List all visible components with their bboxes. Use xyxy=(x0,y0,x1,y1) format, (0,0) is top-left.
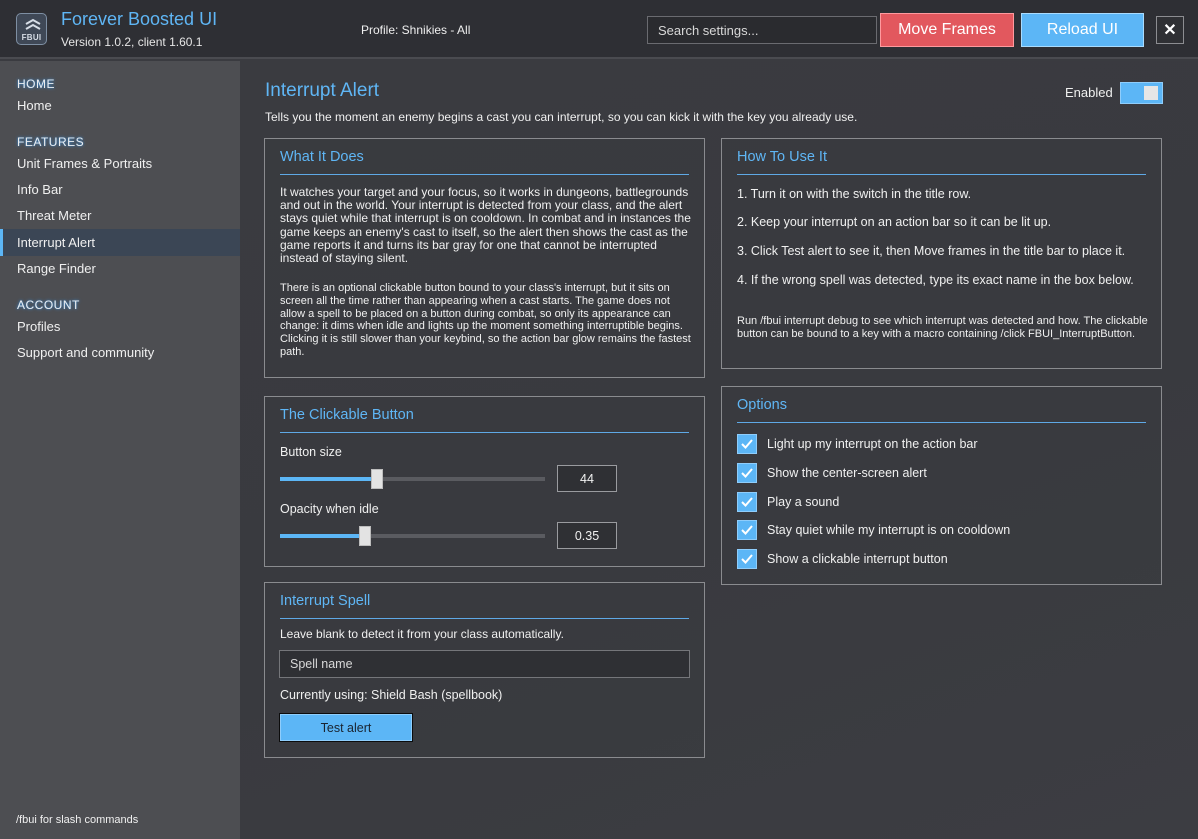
button-size-value[interactable] xyxy=(557,465,617,492)
opacity-label: Opacity when idle xyxy=(280,502,379,516)
panel-divider xyxy=(280,174,689,175)
sidebar-item-info-bar[interactable]: Info Bar xyxy=(0,176,240,203)
button-size-slider[interactable] xyxy=(280,469,545,489)
sidebar-item-label: Threat Meter xyxy=(17,208,92,223)
option-label: Show the center-screen alert xyxy=(767,466,927,480)
what-it-does-paragraph-1: It watches your target and your focus, s… xyxy=(280,185,691,266)
checkmark-icon xyxy=(741,468,753,478)
option-quiet-on-cooldown[interactable]: Stay quiet while my interrupt is on cool… xyxy=(737,519,1010,541)
sidebar: HOME Home FEATURES Unit Frames & Portrai… xyxy=(0,61,240,839)
title-bar: FBUI Forever Boosted UI Version 1.0.2, c… xyxy=(0,0,1198,59)
checkbox[interactable] xyxy=(737,549,757,569)
step-2: 2. Keep your interrupt on an action bar … xyxy=(737,215,1052,229)
toggle-knob xyxy=(1144,86,1158,100)
option-center-screen-alert[interactable]: Show the center-screen alert xyxy=(737,462,927,484)
close-button[interactable]: ✕ xyxy=(1156,16,1184,44)
sidebar-item-profiles[interactable]: Profiles xyxy=(0,313,240,340)
enabled-toggle[interactable] xyxy=(1120,82,1163,104)
option-label: Stay quiet while my interrupt is on cool… xyxy=(767,523,1011,537)
chevrons-icon xyxy=(25,18,41,30)
slider-fill xyxy=(280,477,378,481)
what-it-does-paragraph-2: There is an optional clickable button bo… xyxy=(280,282,691,358)
panel-divider xyxy=(280,432,689,433)
sidebar-item-support[interactable]: Support and community xyxy=(0,339,240,366)
checkbox[interactable] xyxy=(737,492,757,512)
interrupt-spell-panel: Interrupt Spell Leave blank to detect it… xyxy=(264,582,705,758)
enabled-label: Enabled xyxy=(1065,85,1113,100)
panel-title: Interrupt Spell xyxy=(280,593,371,609)
option-label: Light up my interrupt on the action bar xyxy=(767,437,978,451)
app-title: Forever Boosted UI xyxy=(61,9,218,29)
sidebar-item-unit-frames[interactable]: Unit Frames & Portraits xyxy=(0,150,240,177)
sidebar-item-label: Support and community xyxy=(17,345,155,360)
sidebar-item-label: Profiles xyxy=(17,319,61,334)
what-it-does-panel: What It Does It watches your target and … xyxy=(264,138,705,378)
move-frames-button[interactable]: Move Frames xyxy=(880,13,1014,47)
panel-title: How To Use It xyxy=(737,149,827,165)
panel-title: Options xyxy=(737,397,787,413)
page-title: Interrupt Alert xyxy=(265,80,380,101)
spell-name-input[interactable] xyxy=(279,650,690,678)
step-4: 4. If the wrong spell was detected, type… xyxy=(737,273,1134,287)
panel-divider xyxy=(280,618,689,619)
sidebar-item-threat-meter[interactable]: Threat Meter xyxy=(0,202,240,229)
slider-thumb[interactable] xyxy=(371,469,384,489)
sidebar-item-label: Info Bar xyxy=(17,182,63,197)
panel-divider xyxy=(737,174,1146,175)
how-to-use-panel: How To Use It 1. Turn it on with the swi… xyxy=(721,138,1162,369)
app-version: Version 1.0.2, client 1.60.1 xyxy=(61,35,203,49)
option-clickable-button[interactable]: Show a clickable interrupt button xyxy=(737,548,948,570)
sidebar-header-home: HOME xyxy=(17,77,55,91)
sidebar-header-account: ACCOUNT xyxy=(17,298,80,312)
main-content: Interrupt Alert Tells you the moment an … xyxy=(240,61,1198,839)
reload-ui-button[interactable]: Reload UI xyxy=(1021,13,1144,47)
option-label: Show a clickable interrupt button xyxy=(767,552,948,566)
checkbox[interactable] xyxy=(737,463,757,483)
step-3: 3. Click Test alert to see it, then Move… xyxy=(737,244,1126,258)
page-description: Tells you the moment an enemy begins a c… xyxy=(265,110,858,124)
option-label: Play a sound xyxy=(767,495,840,509)
sidebar-item-range-finder[interactable]: Range Finder xyxy=(0,255,240,282)
current-spell: Currently using: Shield Bash (spellbook) xyxy=(280,688,503,702)
app-logo: FBUI xyxy=(16,13,47,45)
opacity-value[interactable] xyxy=(557,522,617,549)
slash-commands-hint: /fbui for slash commands xyxy=(16,814,139,826)
checkmark-icon xyxy=(741,554,753,564)
step-1: 1. Turn it on with the switch in the tit… xyxy=(737,187,972,201)
panel-title: The Clickable Button xyxy=(280,407,414,423)
option-light-up-action-bar[interactable]: Light up my interrupt on the action bar xyxy=(737,433,978,455)
opacity-slider[interactable] xyxy=(280,526,545,546)
slider-thumb[interactable] xyxy=(358,526,371,546)
slider-fill xyxy=(280,534,365,538)
sidebar-item-interrupt-alert[interactable]: Interrupt Alert xyxy=(0,229,240,256)
profile-label: Profile: Shnikies - All xyxy=(361,23,471,37)
checkmark-icon xyxy=(741,497,753,507)
checkbox[interactable] xyxy=(737,434,757,454)
panel-title: What It Does xyxy=(280,149,364,165)
option-play-sound[interactable]: Play a sound xyxy=(737,491,839,513)
logo-text: FBUI xyxy=(21,33,42,42)
test-alert-button[interactable]: Test alert xyxy=(279,713,413,742)
sidebar-item-label: Interrupt Alert xyxy=(17,235,96,250)
sidebar-item-label: Home xyxy=(17,98,52,113)
checkbox[interactable] xyxy=(737,520,757,540)
sidebar-item-label: Range Finder xyxy=(17,261,96,276)
debug-note: Run /fbui interrupt debug to see which i… xyxy=(737,315,1148,340)
close-icon: ✕ xyxy=(1163,22,1177,39)
sidebar-item-label: Unit Frames & Portraits xyxy=(17,156,153,171)
options-panel: Options Light up my interrupt on the act… xyxy=(721,386,1162,585)
button-size-label: Button size xyxy=(280,445,342,459)
sidebar-header-features: FEATURES xyxy=(17,135,85,149)
spell-hint: Leave blank to detect it from your class… xyxy=(280,627,564,641)
checkmark-icon xyxy=(741,439,753,449)
search-input[interactable] xyxy=(647,16,877,44)
sidebar-item-home[interactable]: Home xyxy=(0,92,240,119)
checkmark-icon xyxy=(741,525,753,535)
panel-divider xyxy=(737,422,1146,423)
clickable-button-panel: The Clickable Button Button size Opacity… xyxy=(264,396,705,567)
